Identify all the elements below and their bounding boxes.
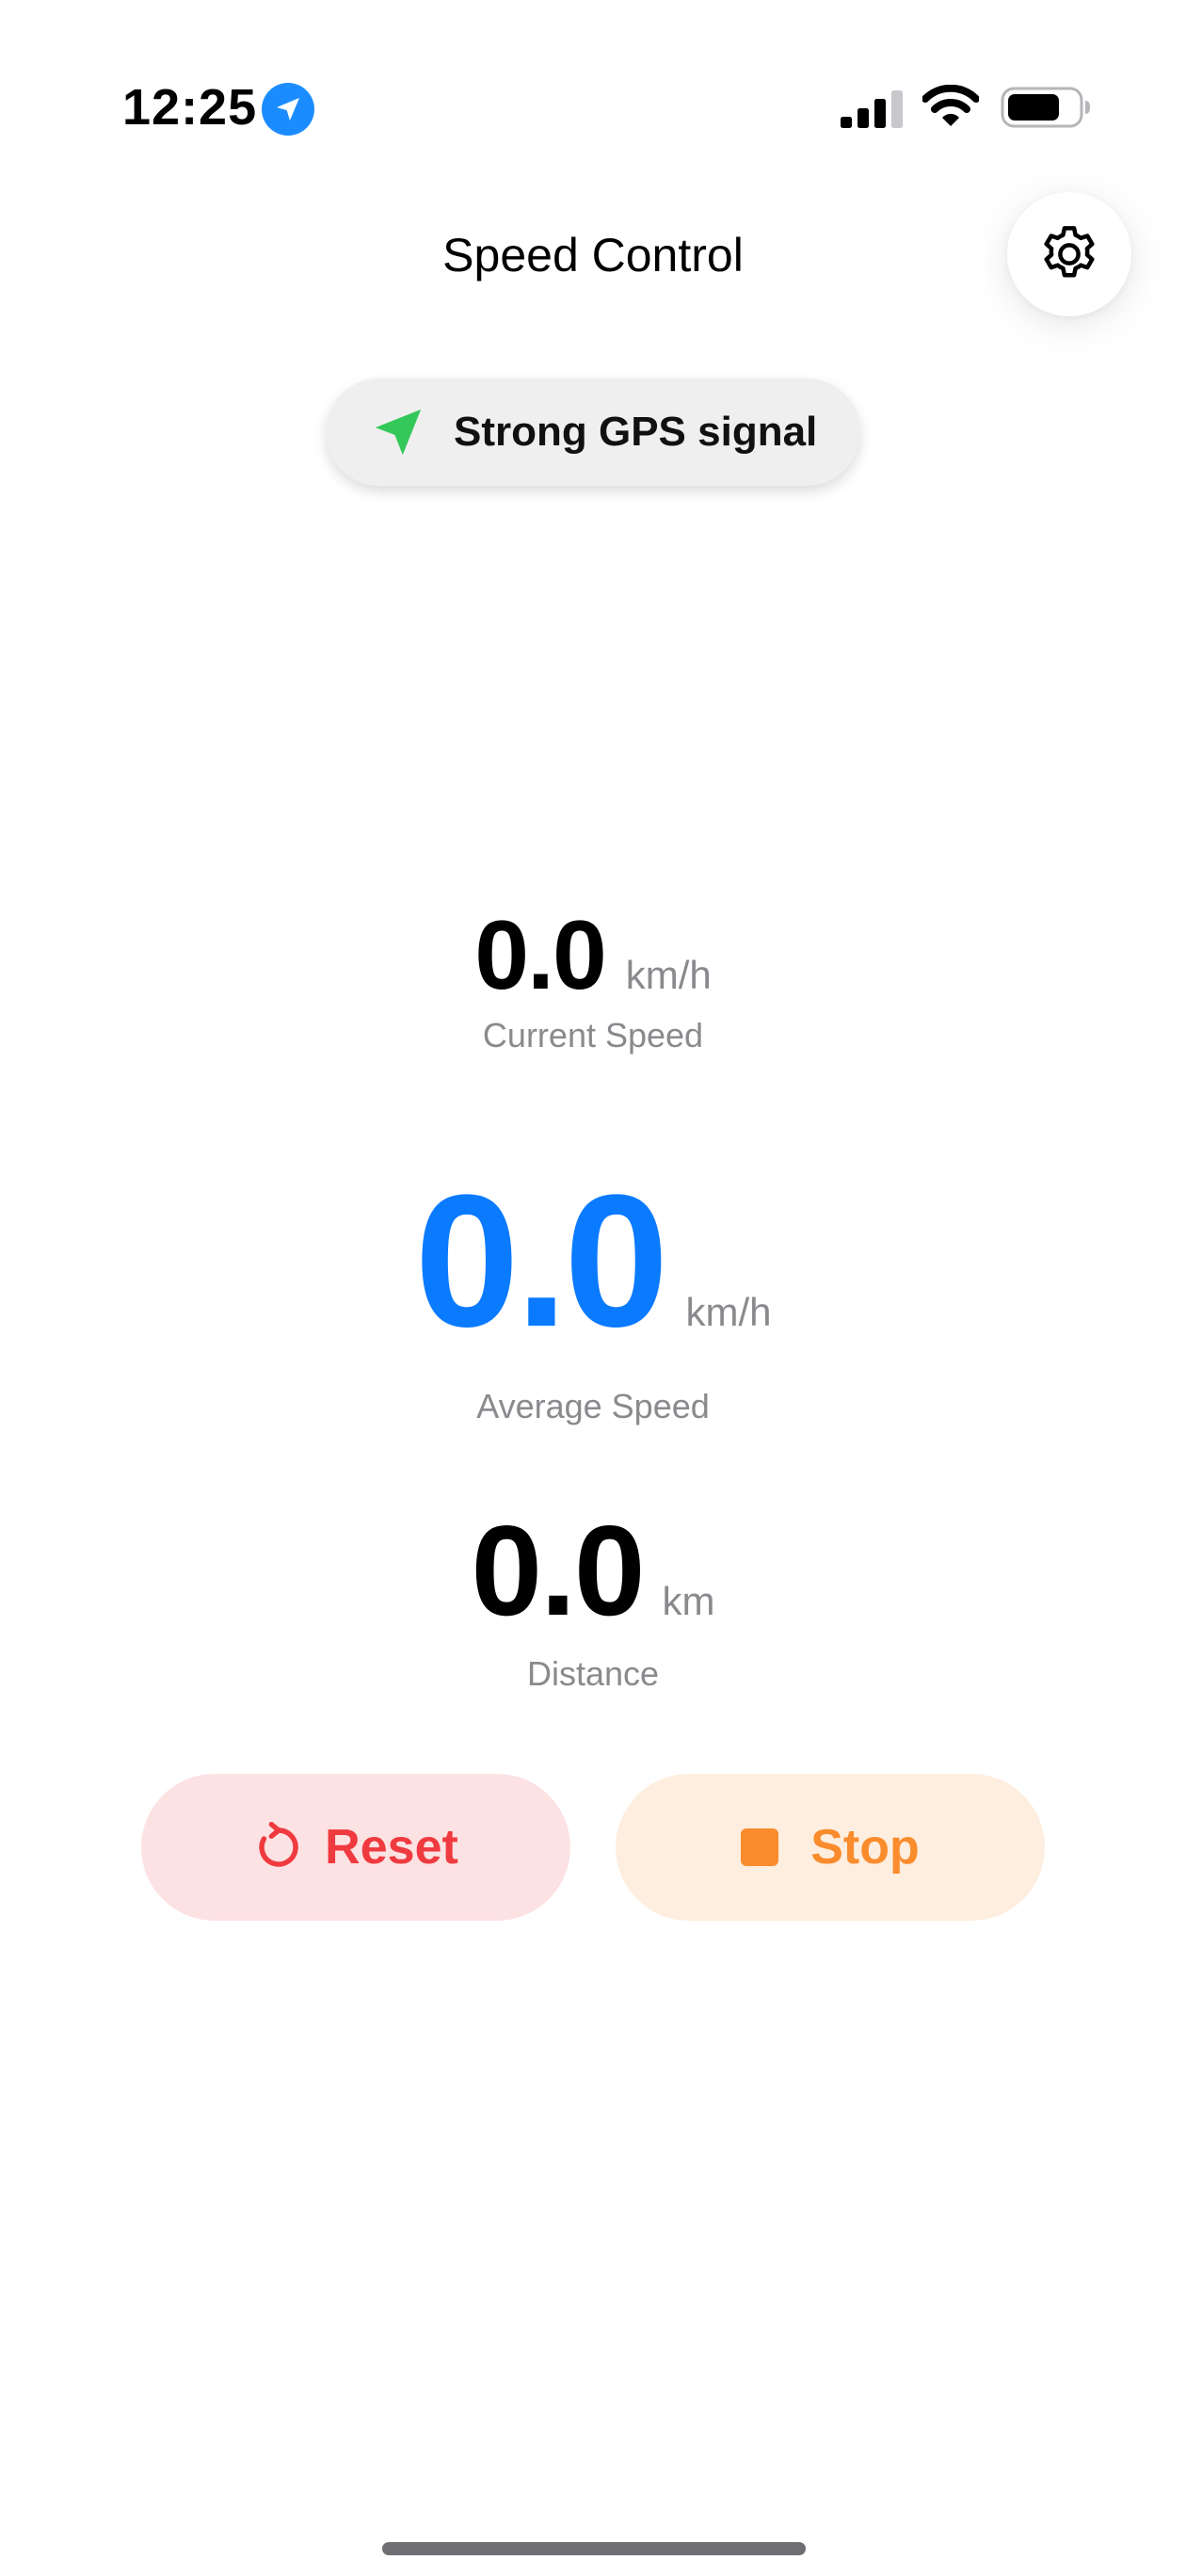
status-time: 12:25 — [122, 79, 258, 136]
average-speed-label: Average Speed — [476, 1387, 710, 1425]
gps-status-pill: Strong GPS signal — [326, 378, 860, 486]
stop-button[interactable]: Stop — [616, 1774, 1045, 1921]
average-speed-value: 0.0 — [414, 1156, 668, 1366]
wifi-icon — [922, 85, 979, 126]
gps-status-text: Strong GPS signal — [454, 409, 818, 455]
battery-icon — [1001, 87, 1090, 128]
settings-button[interactable] — [1007, 192, 1131, 316]
gear-icon — [1044, 226, 1095, 278]
reset-button-label: Reset — [325, 1820, 458, 1875]
average-speed-unit: km/h — [685, 1290, 772, 1334]
average-speed-metric: 0.0 km/h Average Speed — [0, 1167, 1186, 1427]
home-indicator[interactable] — [382, 2542, 806, 2555]
reset-arrow-icon — [259, 1822, 298, 1867]
location-arrow-icon — [375, 409, 422, 456]
current-speed-unit: km/h — [625, 953, 712, 997]
current-speed-label: Current Speed — [482, 1016, 704, 1055]
reset-button[interactable]: Reset — [141, 1774, 570, 1921]
distance-unit: km — [662, 1579, 715, 1623]
distance-value: 0.0 — [471, 1499, 645, 1642]
stop-button-label: Stop — [810, 1820, 920, 1875]
cellular-signal-icon — [841, 90, 903, 128]
stop-square-icon — [741, 1828, 779, 1866]
distance-metric: 0.0 km Distance — [0, 1506, 1186, 1695]
distance-label: Distance — [526, 1654, 660, 1693]
current-speed-value: 0.0 — [474, 901, 607, 1010]
location-arrow-icon — [262, 83, 314, 136]
current-speed-metric: 0.0 km/h Current Speed — [0, 904, 1186, 1056]
